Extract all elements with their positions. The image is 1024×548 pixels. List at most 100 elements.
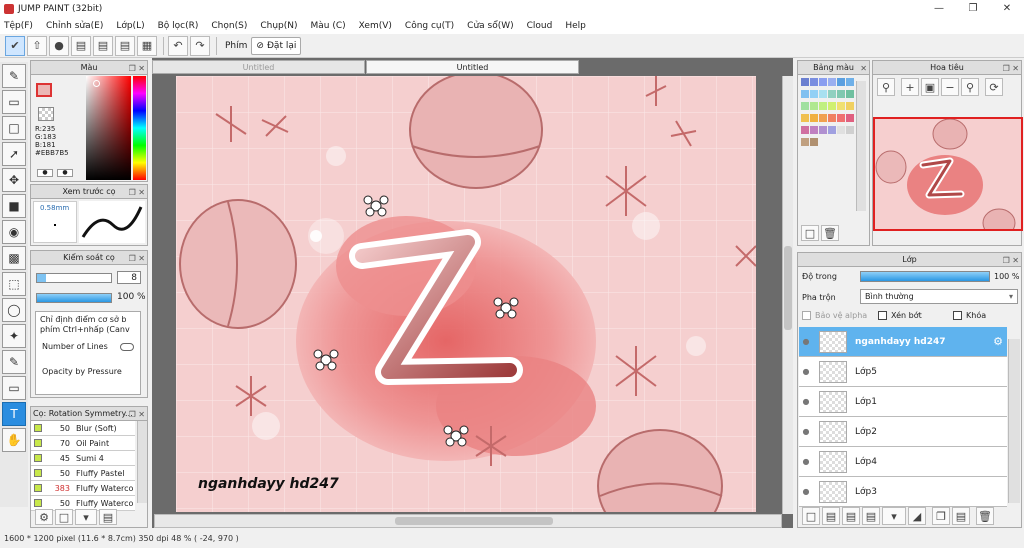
palette-swatch[interactable] [846,78,854,86]
protect-alpha-option[interactable]: Bảo vệ alpha [802,311,867,320]
main-color-swatch[interactable] [36,83,52,97]
select-eraser-icon[interactable]: ▭ [2,376,26,400]
vertical-scrollbar[interactable] [782,76,793,514]
picker-cursor[interactable] [93,80,100,87]
panel-close-icon[interactable]: ❐ ✕ [1003,62,1019,76]
lock-checkbox[interactable] [953,311,962,320]
document-icon[interactable]: ▤ [93,35,113,56]
panel-close-icon[interactable]: ❐ ✕ [129,186,145,200]
minimize-button[interactable]: — [922,0,956,17]
visibility-icon[interactable]: ● [799,457,813,466]
undo-icon[interactable]: ↶ [168,35,188,56]
palette-swatch[interactable] [801,138,809,146]
rotate-icon[interactable]: ⟳ [985,78,1003,96]
palette-swatch[interactable] [801,114,809,122]
menu-help[interactable]: Help [565,21,586,31]
brush-menu-icon[interactable]: ▾ [75,509,97,525]
delete-layer-icon[interactable]: 🗑 [976,507,994,525]
bucket-icon[interactable]: ◉ [2,220,26,244]
layer-settings-icon[interactable]: ⚙ [993,335,1003,348]
palette-delete-icon[interactable]: 🗑 [821,225,839,241]
brush-list-item[interactable]: 50 Blur (Soft) [31,421,135,436]
palette-swatch[interactable] [828,126,836,134]
palette-swatch[interactable] [810,102,818,110]
merge-icon[interactable]: ▤ [952,507,970,525]
layer-row[interactable]: ● Lớp1 [799,387,1007,417]
menu-window[interactable]: Cửa sổ(W) [467,21,513,31]
menu-file[interactable]: Tệp(F) [4,21,33,31]
panel-close-icon[interactable]: ✕ [860,62,867,76]
brush-list-scrollbar[interactable] [137,421,147,503]
visibility-icon[interactable]: ● [799,337,813,346]
lock-option[interactable]: Khóa [953,311,986,320]
brush-list-item[interactable]: 50 Fluffy Pastel [31,466,135,481]
layer-menu-icon[interactable]: ▾ [882,507,906,525]
new-brush-icon[interactable]: □ [55,509,73,525]
duplicate-icon[interactable]: ❐ [932,507,950,525]
visibility-icon[interactable]: ● [799,487,813,496]
palette-swatch[interactable] [819,102,827,110]
menu-tools[interactable]: Công cụ(T) [405,21,454,31]
palette-swatch[interactable] [846,102,854,110]
menu-layer[interactable]: Lớp(L) [116,21,144,31]
navigator-thumbnail[interactable] [873,117,1023,231]
palette-swatch[interactable] [819,114,827,122]
eraser-icon[interactable]: ▭ [2,90,26,114]
vertical-scroll-thumb[interactable] [784,246,792,330]
protect-alpha-checkbox[interactable] [802,311,811,320]
color-mode-button[interactable]: ● [37,169,53,177]
visibility-icon[interactable]: ● [799,427,813,436]
grid-icon[interactable]: ▦ [137,35,157,56]
select-pen-icon[interactable]: ✎ [2,350,26,374]
zoom-out-icon[interactable]: − [941,78,959,96]
layer-row[interactable]: ● Lớp2 [799,417,1007,447]
new-doc-icon[interactable]: ▤ [842,507,860,525]
palette-swatch[interactable] [801,78,809,86]
rectangle-icon[interactable]: □ [2,116,26,140]
comment-icon[interactable]: ▤ [71,35,91,56]
opacity-slider[interactable] [36,293,112,303]
menu-filter[interactable]: Bộ lọc(R) [158,21,199,31]
palette-swatch[interactable] [837,78,845,86]
palette-swatch[interactable] [846,126,854,134]
close-button[interactable]: ✕ [990,0,1024,17]
palette-add-icon[interactable]: □ [801,225,819,241]
palette-swatch[interactable] [828,102,836,110]
chat-icon[interactable]: ● [49,35,69,56]
palette-swatch[interactable] [837,126,845,134]
palette-swatch[interactable] [801,90,809,98]
fill-rect-icon[interactable]: ■ [2,194,26,218]
size-input[interactable]: 8 [117,271,141,284]
brush-list-item[interactable]: 383 Fluffy Waterco [31,481,135,496]
palette-swatch[interactable] [837,102,845,110]
panel-close-icon[interactable]: ❐ ✕ [129,62,145,76]
hue-slider[interactable] [133,76,146,180]
menu-select[interactable]: Chọn(S) [211,21,247,31]
number-of-lines-toggle[interactable] [120,342,134,351]
move-icon[interactable]: ✥ [2,168,26,192]
brush-copy-icon[interactable]: ▤ [99,509,117,525]
layer-row[interactable]: ● nganhdayy hd247 ⚙ [799,327,1007,357]
palette-swatch[interactable] [819,78,827,86]
lasso-icon[interactable]: ◯ [2,298,26,322]
folder-icon[interactable]: ◢ [908,507,926,525]
gradient-icon[interactable]: ▩ [2,246,26,270]
transparent-swatch[interactable] [38,107,54,121]
menu-capture[interactable]: Chụp(N) [260,21,297,31]
document-list-icon[interactable]: ▤ [115,35,135,56]
artwork-canvas[interactable]: nganhdayy hd247 [176,76,756,512]
horizontal-scroll-thumb[interactable] [395,517,553,525]
palette-scrollbar[interactable] [856,81,866,211]
clipping-checkbox[interactable] [878,311,887,320]
share-icon[interactable]: ⇧ [27,35,47,56]
panel-close-icon[interactable]: ❐ ✕ [129,252,145,266]
maximize-button[interactable]: ❐ [956,0,990,17]
zoom-actual-icon[interactable]: ⚲ [961,78,979,96]
palette-swatch[interactable] [810,90,818,98]
zoom-icon[interactable]: ⚲ [877,78,895,96]
palette-swatch[interactable] [819,90,827,98]
brush-list-item[interactable]: 45 Sumi 4 [31,451,135,466]
menu-edit[interactable]: Chỉnh sửa(E) [46,21,103,31]
check-icon[interactable]: ✔ [5,35,25,56]
clipping-option[interactable]: Xén bớt [878,311,922,320]
